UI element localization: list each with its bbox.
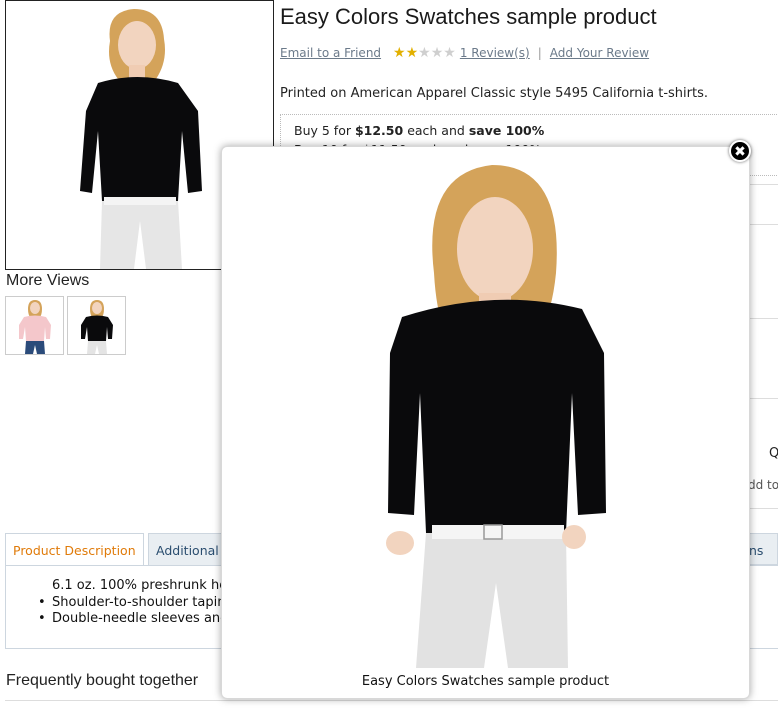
divider — [748, 318, 778, 319]
divider — [5, 700, 778, 701]
reviews-link[interactable]: 1 Review(s) — [460, 46, 530, 60]
product-title: Easy Colors Swatches sample product — [280, 4, 657, 29]
image-lightbox: Easy Colors Swatches sample product — [221, 146, 750, 699]
more-views-label: More Views — [6, 272, 90, 289]
thumbnail-pink-shirt[interactable] — [5, 296, 64, 355]
separator: | — [537, 46, 542, 60]
divider — [748, 224, 778, 225]
add-to-link[interactable]: dd to — [748, 478, 778, 492]
lightbox-caption: Easy Colors Swatches sample product — [361, 674, 610, 689]
divider — [748, 508, 778, 509]
description-bullet: Double-needle sleeves and — [38, 611, 228, 626]
thumbnail-black-shirt[interactable] — [67, 296, 126, 355]
tier-middle: each and — [403, 123, 469, 138]
star-empty-icon: ★ — [443, 45, 456, 61]
tab-product-description[interactable]: Product Description — [5, 533, 144, 567]
tier-save: save 100% — [468, 123, 545, 138]
divider — [748, 184, 778, 185]
qty-label: Q — [769, 446, 778, 461]
tier-price-1: Buy 5 for $12.50 each and save 100% — [294, 123, 544, 138]
email-friend-link[interactable]: Email to a Friend — [280, 46, 381, 60]
star-empty-icon: ★ — [430, 45, 444, 61]
divider — [748, 398, 778, 399]
description-bullet: Shoulder-to-shoulder tapin — [38, 595, 225, 610]
rating-stars: ★ ★ ★ ★ ★ — [393, 45, 456, 61]
tier-price: $12.50 — [354, 123, 404, 138]
short-description: Printed on American Apparel Classic styl… — [280, 86, 709, 101]
close-icon[interactable]: ✖ — [729, 140, 751, 162]
star-filled-icon: ★ — [393, 45, 406, 61]
ratings-row: Email to a Friend ★ ★ ★ ★ ★ 1 Review(s) … — [280, 46, 649, 60]
add-review-link[interactable]: Add Your Review — [550, 46, 649, 60]
description-line: 6.1 oz. 100% preshrunk he — [52, 578, 228, 593]
star-filled-icon: ★ — [405, 45, 419, 61]
tier-prefix: Buy 5 for — [294, 123, 355, 138]
star-empty-icon: ★ — [418, 45, 431, 61]
lightbox-image — [342, 153, 632, 668]
frequently-bought-heading: Frequently bought together — [6, 672, 199, 689]
